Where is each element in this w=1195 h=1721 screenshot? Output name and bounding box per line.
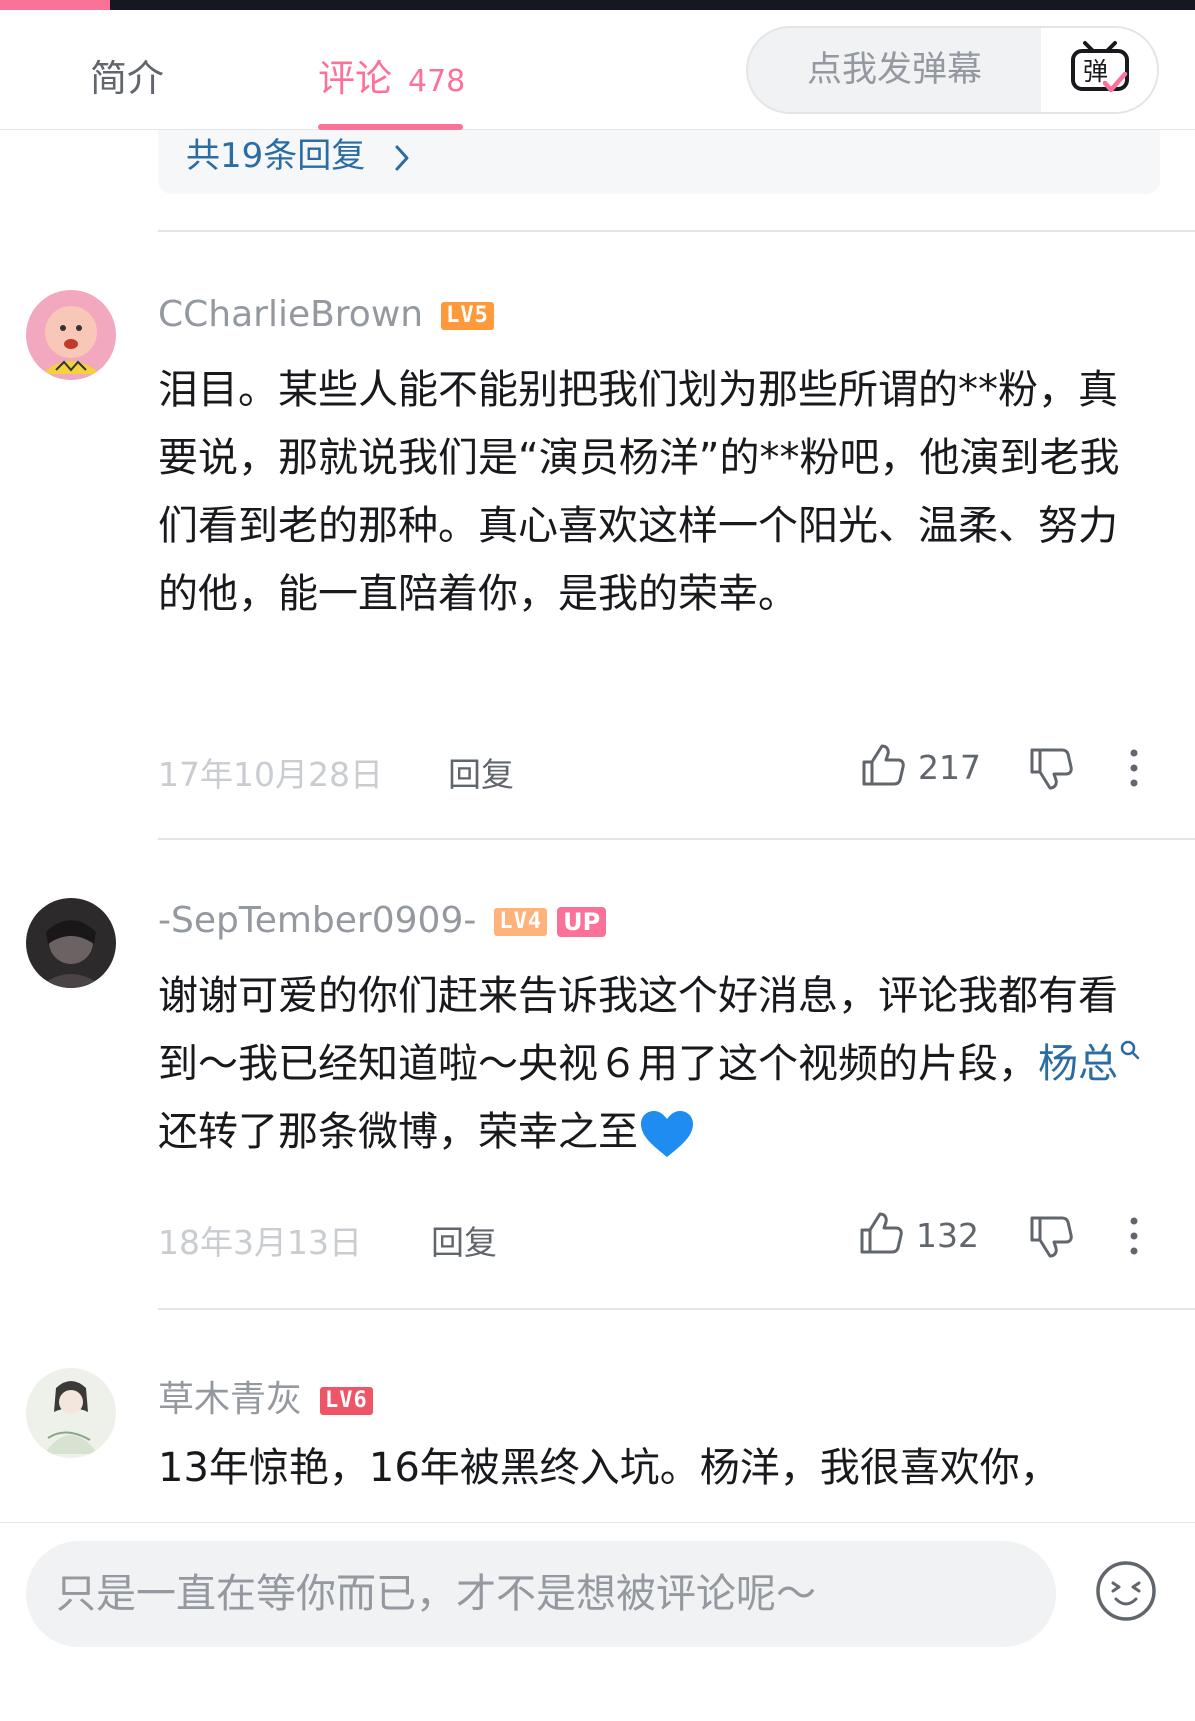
reply-button[interactable]: 回复 bbox=[431, 1216, 497, 1264]
username-text: -SepTember0909- bbox=[158, 900, 477, 941]
username-text: CCharlieBrown bbox=[158, 294, 424, 335]
level-badge: LV6 bbox=[320, 1387, 373, 1415]
reply-button[interactable]: 回复 bbox=[448, 748, 514, 796]
username-text: 草木青灰 bbox=[158, 1379, 303, 1420]
comment-text: 泪目。某些人能不能别把我们划为那些所谓的**粉，真要说，那就说我们是“演员杨洋”… bbox=[158, 367, 1120, 617]
divider bbox=[158, 838, 1195, 840]
comment-composer-bar: 只是一直在等你而已，才不是想被评论呢～ bbox=[0, 1522, 1195, 1721]
comment-date: 18年3月13日 bbox=[158, 1223, 362, 1262]
divider bbox=[158, 1308, 1195, 1310]
up-badge: UP bbox=[557, 907, 607, 937]
avatar[interactable] bbox=[26, 898, 116, 988]
emoji-icon[interactable] bbox=[1094, 1559, 1158, 1623]
avatar-cartoon-image bbox=[26, 290, 116, 380]
level-badge: LV4 bbox=[494, 908, 548, 936]
comment-meta: 17年10月28日 回复 217 bbox=[158, 742, 1158, 794]
blue-heart-icon bbox=[641, 1111, 693, 1157]
tab-comments-label: 评论 bbox=[318, 57, 392, 100]
username[interactable]: CCharlieBrown LV5 bbox=[158, 294, 494, 335]
dislike-icon[interactable] bbox=[1028, 1214, 1074, 1260]
view-replies-link[interactable]: 共19条回复 bbox=[186, 128, 412, 177]
avatar-photo-image bbox=[26, 898, 116, 988]
divider bbox=[158, 230, 1195, 232]
comment-date: 17年10月28日 bbox=[158, 755, 383, 794]
like-icon[interactable] bbox=[858, 1210, 904, 1256]
like-icon[interactable] bbox=[860, 742, 906, 788]
keyword-link[interactable]: 杨总 bbox=[1038, 1040, 1146, 1087]
tab-intro[interactable]: 简介 bbox=[90, 48, 164, 102]
tab-comments[interactable]: 评论 478 bbox=[318, 48, 465, 102]
comment-text: 谢谢可爱的你们赶来告诉我这个好消息，评论我都有看到～我已经知道啦～央视６用了这个… bbox=[158, 962, 1148, 1166]
dislike-icon[interactable] bbox=[1028, 746, 1074, 792]
comment-text-part: 还转了那条微博，荣幸之至 bbox=[158, 1109, 638, 1155]
active-tab-indicator bbox=[318, 124, 463, 130]
danmaku-toggle-button[interactable]: 弹 bbox=[1041, 28, 1157, 112]
like-count: 132 bbox=[916, 1216, 979, 1255]
avatar-illustration-image bbox=[26, 1368, 116, 1458]
view-replies-label: 共19条回复 bbox=[186, 136, 366, 176]
danmaku-bar: 点我发弹幕 弹 bbox=[746, 26, 1159, 114]
search-icon bbox=[1120, 1040, 1140, 1060]
comment-text: 13年惊艳，16年被黑终入坑。杨洋，我很喜欢你， bbox=[158, 1445, 1060, 1491]
avatar[interactable] bbox=[26, 1368, 116, 1458]
more-options-icon[interactable] bbox=[1124, 1214, 1144, 1258]
avatar[interactable] bbox=[26, 290, 116, 380]
comment-meta: 18年3月13日 回复 132 bbox=[158, 1210, 1158, 1262]
username[interactable]: 草木青灰 LV6 bbox=[158, 1370, 373, 1422]
danmaku-input[interactable]: 点我发弹幕 bbox=[748, 28, 1041, 112]
tab-comments-count: 478 bbox=[408, 64, 466, 99]
video-player-strip bbox=[0, 0, 1195, 10]
comment-input[interactable]: 只是一直在等你而已，才不是想被评论呢～ bbox=[26, 1541, 1056, 1647]
level-badge: LV5 bbox=[441, 302, 494, 330]
playback-progress-bar[interactable] bbox=[0, 0, 110, 10]
more-options-icon[interactable] bbox=[1124, 746, 1144, 790]
tab-bar: 简介 评论 478 点我发弹幕 弹 bbox=[0, 10, 1195, 130]
like-count: 217 bbox=[918, 748, 981, 787]
danmaku-icon: 弹 bbox=[1071, 41, 1129, 93]
username[interactable]: -SepTember0909- LV4 UP bbox=[158, 900, 607, 941]
chevron-right-icon bbox=[395, 145, 409, 170]
comment-text-part: 谢谢可爱的你们赶来告诉我这个好消息，评论我都有看到～我已经知道啦～央视６用了这个… bbox=[158, 973, 1118, 1087]
keyword-link-text: 杨总 bbox=[1038, 1041, 1118, 1087]
